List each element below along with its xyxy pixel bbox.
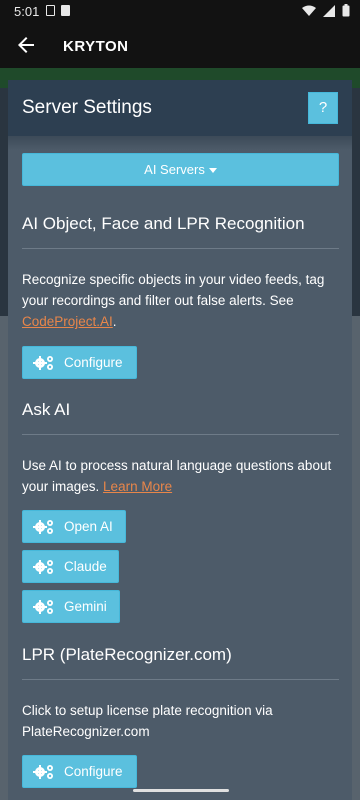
- system-icons: [302, 4, 350, 17]
- cogs-icon: [33, 519, 53, 534]
- codeproject-link[interactable]: CodeProject.AI: [22, 314, 113, 329]
- divider: [22, 679, 339, 680]
- configure-lpr-button[interactable]: Configure: [22, 755, 137, 788]
- ai-servers-dropdown[interactable]: AI Servers: [22, 153, 339, 186]
- server-settings-modal: Server Settings ? AI Servers AI Object, …: [8, 80, 352, 800]
- dropdown-label: AI Servers: [144, 162, 205, 177]
- app-title: KRYTON: [63, 38, 129, 55]
- section-description: Use AI to process natural language quest…: [22, 455, 342, 497]
- modal-title: Server Settings: [22, 97, 152, 118]
- description-end: .: [112, 314, 117, 329]
- notification-icon: [46, 5, 55, 16]
- app-notification-icon: [61, 5, 70, 16]
- claude-button[interactable]: Claude: [22, 550, 119, 583]
- signal-icon: [323, 4, 335, 17]
- status-bar: 5:01: [0, 0, 360, 24]
- divider: [22, 434, 339, 435]
- divider: [22, 248, 339, 249]
- configure-ai-button[interactable]: Configure: [22, 346, 137, 379]
- battery-icon: [342, 4, 350, 17]
- learn-more-link[interactable]: Learn More: [103, 479, 172, 494]
- button-label: Open AI: [64, 519, 113, 534]
- button-label: Configure: [64, 355, 123, 370]
- button-label: Configure: [64, 764, 123, 779]
- button-label: Gemini: [64, 599, 107, 614]
- gesture-nav-handle[interactable]: [133, 789, 229, 792]
- arrow-left-icon[interactable]: [14, 33, 38, 57]
- open-ai-button[interactable]: Open AI: [22, 510, 126, 543]
- modal-header: Server Settings ?: [8, 80, 352, 136]
- cogs-icon: [33, 764, 53, 779]
- help-button[interactable]: ?: [308, 92, 338, 124]
- status-time: 5:01: [14, 4, 40, 19]
- description-text: Recognize specific objects in your video…: [22, 272, 325, 308]
- section-title-ask-ai: Ask AI: [22, 400, 71, 419]
- wifi-icon: [302, 5, 316, 16]
- section-title-ai-recognition: AI Object, Face and LPR Recognition: [22, 214, 305, 233]
- section-description: Click to setup license plate recognition…: [22, 703, 273, 739]
- header-shadow: [8, 136, 352, 150]
- cogs-icon: [33, 355, 53, 370]
- caret-down-icon: [208, 168, 217, 174]
- section-title-lpr: LPR (PlateRecognizer.com): [22, 645, 232, 664]
- app-bar: KRYTON: [0, 24, 360, 68]
- cogs-icon: [33, 599, 53, 614]
- cogs-icon: [33, 559, 53, 574]
- section-description: Recognize specific objects in your video…: [22, 269, 342, 332]
- button-label: Claude: [64, 559, 107, 574]
- description-text: Use AI to process natural language quest…: [22, 458, 332, 494]
- gemini-button[interactable]: Gemini: [22, 590, 120, 623]
- notification-icons: [46, 5, 70, 16]
